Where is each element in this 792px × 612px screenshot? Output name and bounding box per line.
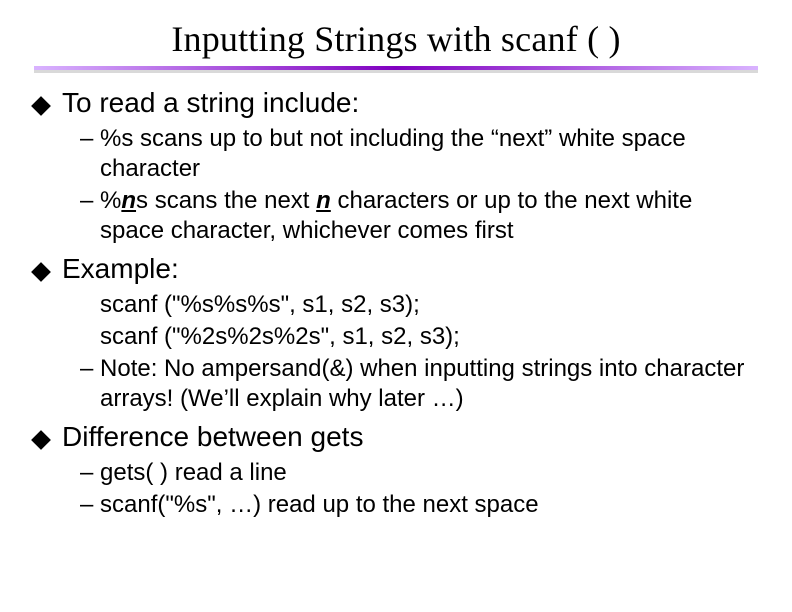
sub-text-n: n: [316, 187, 331, 214]
slide-title: Inputting Strings with scanf ( ): [34, 18, 758, 60]
bullet-text: Difference between gets: [62, 420, 363, 454]
diamond-icon: [34, 425, 62, 457]
sub-text-part: s scans the next: [136, 187, 316, 214]
sub-item: – gets( ) read a line: [80, 458, 758, 488]
title-divider: [34, 66, 758, 74]
sub-item: – %s scans up to but not including the “…: [80, 124, 758, 184]
slide: Inputting Strings with scanf ( ) To read…: [0, 0, 792, 612]
bullet-text: To read a string include:: [62, 86, 359, 120]
bullet-text: Example:: [62, 252, 179, 286]
sub-text: – %s scans up to but not including the “…: [80, 125, 686, 182]
sub-item-code: scanf ("%s%s%s", s1, s2, s3);: [80, 290, 758, 320]
sub-item: – %ns scans the next n characters or up …: [80, 186, 758, 246]
code-line: scanf ("%2s%2s%2s", s1, s2, s3);: [100, 323, 460, 350]
sub-text: – gets( ) read a line: [80, 459, 287, 486]
sub-text-n: n: [121, 187, 136, 214]
sub-text-part: – %: [80, 187, 121, 214]
bullet-item: Example:: [34, 252, 758, 288]
diamond-icon: [34, 257, 62, 289]
bullet-item: Difference between gets: [34, 420, 758, 456]
sub-text: – scanf("%s", …) read up to the next spa…: [80, 491, 539, 518]
divider-shadow: [34, 70, 758, 73]
code-line: scanf ("%s%s%s", s1, s2, s3);: [100, 291, 420, 318]
diamond-icon: [34, 91, 62, 123]
sub-item-code: scanf ("%2s%2s%2s", s1, s2, s3);: [80, 322, 758, 352]
sub-item: – Note: No ampersand(&) when inputting s…: [80, 354, 758, 414]
slide-body: To read a string include: – %s scans up …: [34, 86, 758, 520]
sub-text: – Note: No ampersand(&) when inputting s…: [80, 355, 744, 412]
sub-item: – scanf("%s", …) read up to the next spa…: [80, 490, 758, 520]
bullet-item: To read a string include:: [34, 86, 758, 122]
